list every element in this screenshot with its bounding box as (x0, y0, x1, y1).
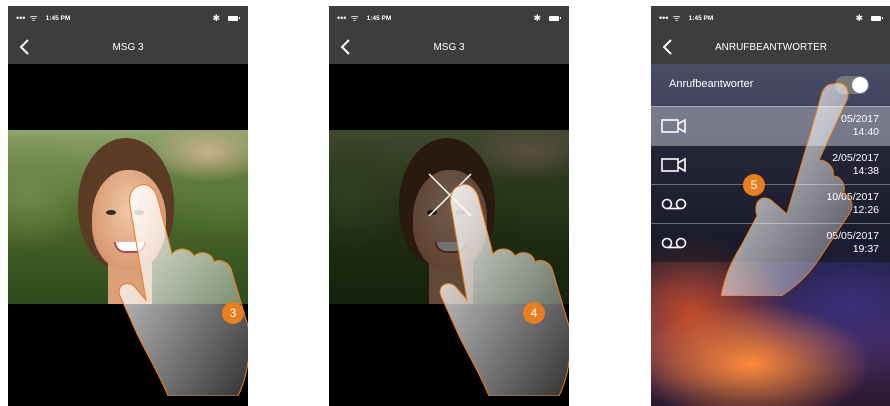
bluetooth-icon: ✱ (855, 12, 863, 23)
nav-bar: MSG 3 (8, 30, 248, 64)
nav-bar: MSG 3 (329, 30, 569, 64)
step-badge: 5 (743, 174, 765, 196)
wifi-icon: ᯤ (350, 12, 359, 23)
phone-screen-answering-machine: ••• ᯤ 1:45 PM ✱ ANRUFBEANTWORTER Anrufbe… (651, 6, 890, 406)
step-badge: 3 (222, 302, 244, 324)
phone-screen-msg-close: ••• ᯤ 1:45 PM ✱ MSG 3 4 (329, 6, 569, 406)
wifi-icon: ᯤ (29, 12, 38, 23)
bluetooth-icon: ✱ (533, 12, 541, 23)
page-title: ANRUFBEANTWORTER (714, 41, 828, 53)
battery-icon (228, 15, 240, 21)
video-camera-icon (661, 118, 686, 134)
back-chevron-icon[interactable] (16, 37, 34, 57)
tap-hand-icon (439, 184, 569, 396)
status-time: 1:45 PM (45, 14, 71, 22)
phone-screen-msg-playback: ••• ᯤ 1:45 PM ✱ MSG 3 3 (8, 6, 248, 406)
bluetooth-icon: ✱ (212, 12, 220, 23)
nav-bar: ANRUFBEANTWORTER (651, 30, 890, 64)
back-chevron-icon[interactable] (337, 37, 355, 57)
battery-icon (549, 15, 561, 21)
status-time: 1:45 PM (688, 14, 714, 22)
battery-icon (871, 15, 883, 21)
page-title: MSG 3 (112, 41, 144, 53)
signal-icon: ••• (16, 12, 26, 23)
status-bar: ••• ᯤ 1:45 PM ✱ (329, 6, 569, 30)
status-time: 1:45 PM (366, 14, 392, 22)
voicemail-icon (661, 198, 687, 210)
tap-hand-icon (720, 82, 853, 296)
step-badge: 4 (523, 302, 545, 324)
status-bar: ••• ᯤ 1:45 PM ✱ (651, 6, 890, 30)
back-chevron-icon[interactable] (659, 37, 677, 57)
signal-icon: ••• (659, 12, 669, 23)
signal-icon: ••• (337, 12, 347, 23)
status-bar: ••• ᯤ 1:45 PM ✱ (8, 6, 248, 30)
page-title: MSG 3 (433, 41, 465, 53)
video-camera-icon (661, 157, 686, 173)
wifi-icon: ᯤ (672, 12, 681, 23)
voicemail-icon (661, 237, 687, 249)
tap-hand-icon (118, 184, 248, 396)
